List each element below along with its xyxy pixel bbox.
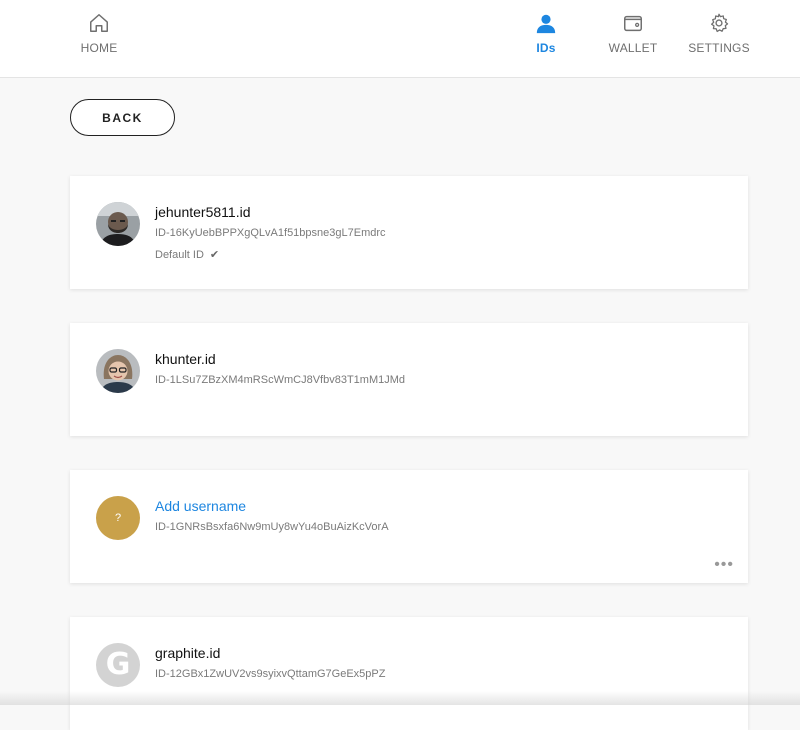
nav-home[interactable]: HOME — [59, 12, 139, 55]
user-icon — [535, 12, 557, 34]
nav-ids[interactable]: IDs — [506, 12, 586, 55]
identity-address: ID-1LSu7ZBzXM4mRScWmCJ8Vfbv83T1mM1JMd — [155, 374, 405, 386]
graphite-logo: G — [106, 643, 131, 687]
default-id-label: Default ID — [155, 249, 204, 261]
identity-name: jehunter5811.id — [155, 204, 250, 220]
nav-wallet-label: WALLET — [609, 41, 658, 55]
nav-settings-label: SETTINGS — [688, 41, 750, 55]
home-icon — [88, 12, 110, 34]
checkmark-icon: ✔ — [210, 248, 219, 261]
wallet-icon — [622, 12, 644, 34]
avatar: G — [96, 643, 140, 687]
profile-photo — [96, 349, 140, 393]
identity-address: ID-16KyUebBPPXgQLvA1f51bpsne3gL7Emdrc — [155, 227, 386, 239]
bottom-fade — [0, 691, 800, 705]
top-navigation: HOME IDs WALLET SETTINGS — [0, 0, 800, 78]
nav-home-label: HOME — [81, 41, 118, 55]
nav-settings[interactable]: SETTINGS — [679, 12, 759, 55]
avatar — [96, 202, 140, 246]
more-options-icon[interactable]: ••• — [714, 561, 734, 569]
identity-name: graphite.id — [155, 645, 220, 661]
avatar-placeholder: ? — [96, 496, 140, 540]
avatar — [96, 349, 140, 393]
identity-card[interactable]: jehunter5811.id ID-16KyUebBPPXgQLvA1f51b… — [70, 176, 748, 289]
identity-card[interactable]: ? Add username ID-1GNRsBsxfa6Nw9mUy8wYu4… — [70, 470, 748, 583]
back-button[interactable]: BACK — [70, 99, 175, 136]
profile-photo — [96, 202, 140, 246]
identity-card[interactable]: khunter.id ID-1LSu7ZBzXM4mRScWmCJ8Vfbv83… — [70, 323, 748, 436]
identity-name: khunter.id — [155, 351, 216, 367]
default-id-indicator: Default ID ✔ — [155, 248, 219, 261]
add-username-link[interactable]: Add username — [155, 498, 246, 514]
avatar-placeholder-text: ? — [115, 512, 121, 524]
gear-icon — [708, 12, 730, 34]
identity-card[interactable]: G graphite.id ID-12GBx1ZwUV2vs9syixvQtta… — [70, 617, 748, 730]
identity-address: ID-12GBx1ZwUV2vs9syixvQttamG7GeEx5pPZ — [155, 668, 385, 680]
identity-address: ID-1GNRsBsxfa6Nw9mUy8wYu4oBuAizKcVorA — [155, 521, 389, 533]
nav-wallet[interactable]: WALLET — [593, 12, 673, 55]
nav-ids-label: IDs — [536, 41, 555, 55]
